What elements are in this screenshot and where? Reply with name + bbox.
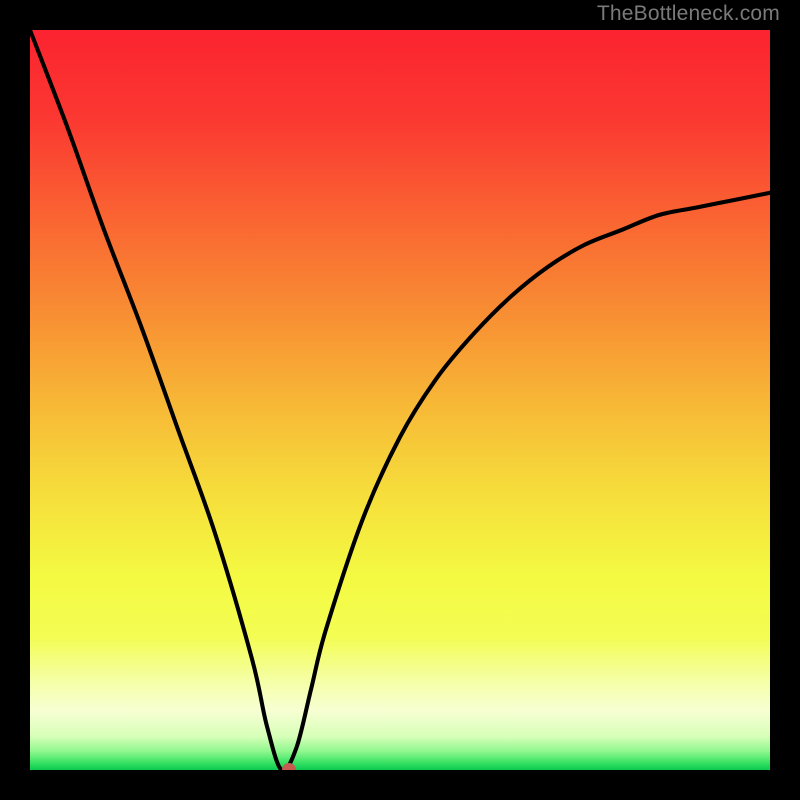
minimum-marker-icon bbox=[282, 763, 296, 770]
bottleneck-curve bbox=[30, 30, 770, 770]
plot-area bbox=[30, 30, 770, 770]
watermark-text: TheBottleneck.com bbox=[597, 2, 780, 26]
chart-frame: TheBottleneck.com bbox=[0, 0, 800, 800]
